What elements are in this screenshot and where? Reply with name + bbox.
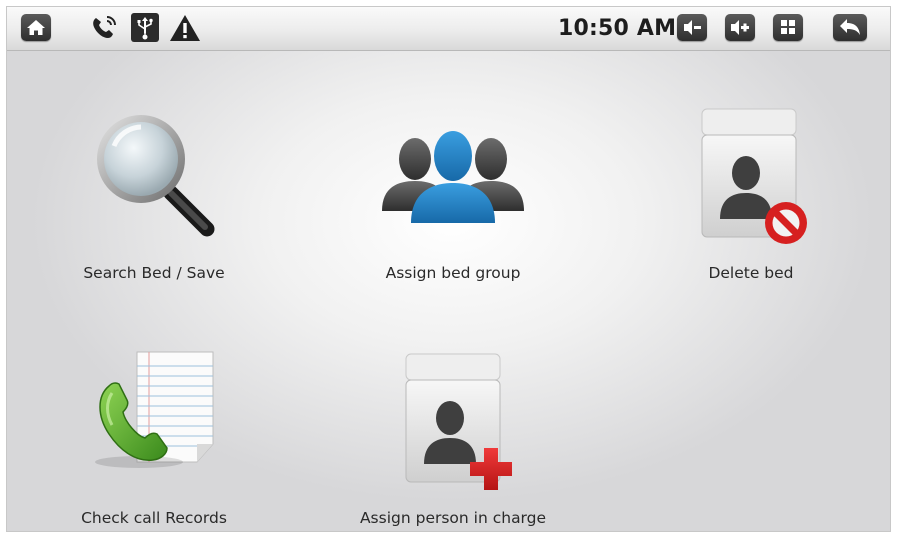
contact-card-delete-icon [701,108,807,244]
menu-item-label: Assign bed group [385,264,521,282]
magnifier-icon [97,115,215,237]
menu-item-label: Check call Records [81,509,227,527]
menu-item-label: Search Bed / Save [83,264,225,282]
menu-grid: Search Bed / Save Assign bed group Delet… [7,51,890,531]
status-time: 10:50 AM [558,16,677,41]
app-grid-button[interactable] [773,14,803,41]
usb-icon [131,13,159,42]
contact-card-add-icon [405,353,512,490]
back-arrow-icon [840,19,860,35]
home-button[interactable] [21,14,51,41]
volume-down-button[interactable] [677,14,707,41]
volume-down-icon [684,20,701,35]
home-icon [27,20,45,35]
volume-up-icon [731,20,749,35]
device-screen: 10:50 AM Search Bed / Save Assign bed gr… [6,6,891,532]
app-grid-icon [781,20,795,34]
menu-item-label: Delete bed [708,264,794,282]
menu-item-check-call-records[interactable]: Check call Records [34,346,274,531]
volume-up-button[interactable] [725,14,755,41]
menu-item-search-bed[interactable]: Search Bed / Save [34,101,274,301]
menu-item-label: Assign person in charge [359,509,547,527]
phone-ringing-icon [93,16,116,38]
warning-icon [170,15,200,41]
menu-item-delete-bed[interactable]: Delete bed [631,101,871,301]
status-bar: 10:50 AM [7,7,890,51]
phone-notepad-icon [95,351,214,468]
menu-item-assign-bed-group[interactable]: Assign bed group [333,101,573,301]
menu-item-assign-person-in-charge[interactable]: Assign person in charge [333,346,573,531]
back-button[interactable] [833,14,867,41]
user-group-icon [382,131,524,223]
